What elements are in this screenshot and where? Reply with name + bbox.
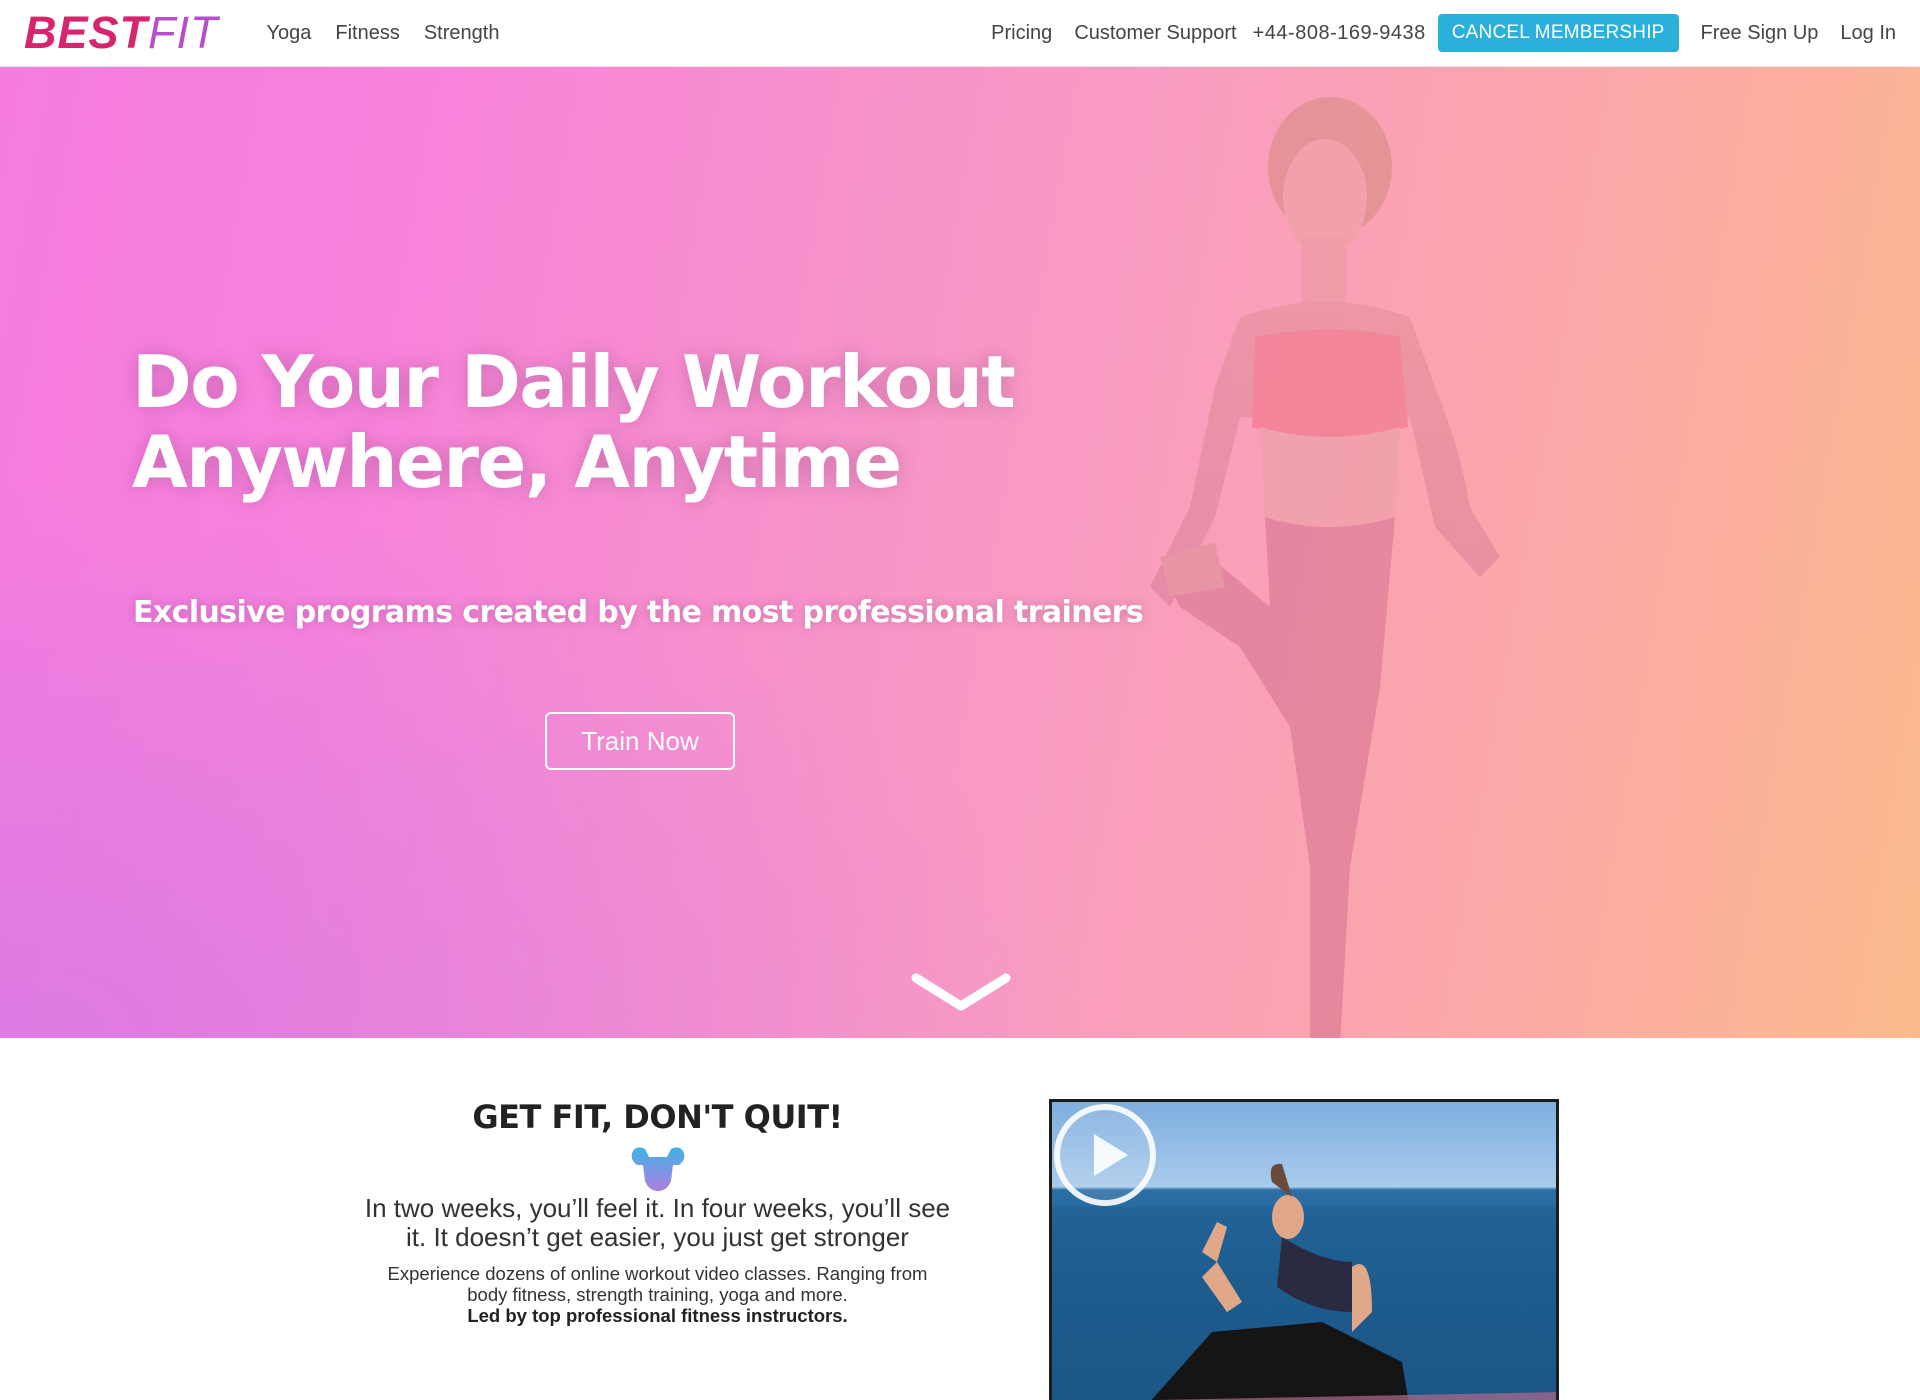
top-navbar: BEST FIT Yoga Fitness Strength Pricing C… <box>0 0 1920 67</box>
video-thumbnail[interactable] <box>1049 1099 1559 1400</box>
chevron-down-icon[interactable] <box>910 972 1012 1016</box>
logo-text-fit: FIT <box>148 7 219 58</box>
bestfit-logo[interactable]: BEST FIT <box>24 7 219 59</box>
section-lead-text: In two weeks, you’ll feel it. In four we… <box>364 1193 951 1252</box>
free-sign-up-link[interactable]: Free Sign Up <box>1701 22 1819 45</box>
hero-banner: Do Your Daily Workout Anywhere, Anytime … <box>0 67 1920 1038</box>
hero-woman-image <box>1150 97 1500 1038</box>
nav-link-strength[interactable]: Strength <box>424 22 500 45</box>
secondary-nav: Pricing Customer Support +44-808-169-943… <box>991 14 1896 52</box>
primary-nav: Yoga Fitness Strength <box>267 22 500 45</box>
nav-link-yoga[interactable]: Yoga <box>267 22 312 45</box>
log-in-link[interactable]: Log In <box>1840 22 1896 45</box>
train-now-button[interactable]: Train Now <box>545 712 735 770</box>
phone-number-link[interactable]: +44-808-169-9438 <box>1253 22 1426 45</box>
logo-text-best: BEST <box>24 7 149 58</box>
nav-link-pricing[interactable]: Pricing <box>991 22 1052 45</box>
section-body-text: Experience dozens of online workout vide… <box>387 1263 928 1305</box>
nav-link-fitness[interactable]: Fitness <box>335 22 399 45</box>
section-body-bold-text: Led by top professional fitness instruct… <box>467 1305 848 1326</box>
play-icon[interactable] <box>1052 1102 1158 1208</box>
nav-link-customer-support[interactable]: Customer Support <box>1074 22 1236 45</box>
hero-heading-line-2: Anywhere, Anytime <box>132 420 902 504</box>
hero-heading-line-1: Do Your Daily Workout <box>132 340 1016 424</box>
hero-subheading: Exclusive programs created by the most p… <box>133 595 1144 630</box>
hero-heading: Do Your Daily Workout Anywhere, Anytime <box>132 342 1132 502</box>
cancel-membership-button[interactable]: CANCEL MEMBERSHIP <box>1437 14 1679 52</box>
section-heading: GET FIT, DON'T QUIT! <box>472 1098 843 1136</box>
muscle-icon <box>631 1147 685 1191</box>
